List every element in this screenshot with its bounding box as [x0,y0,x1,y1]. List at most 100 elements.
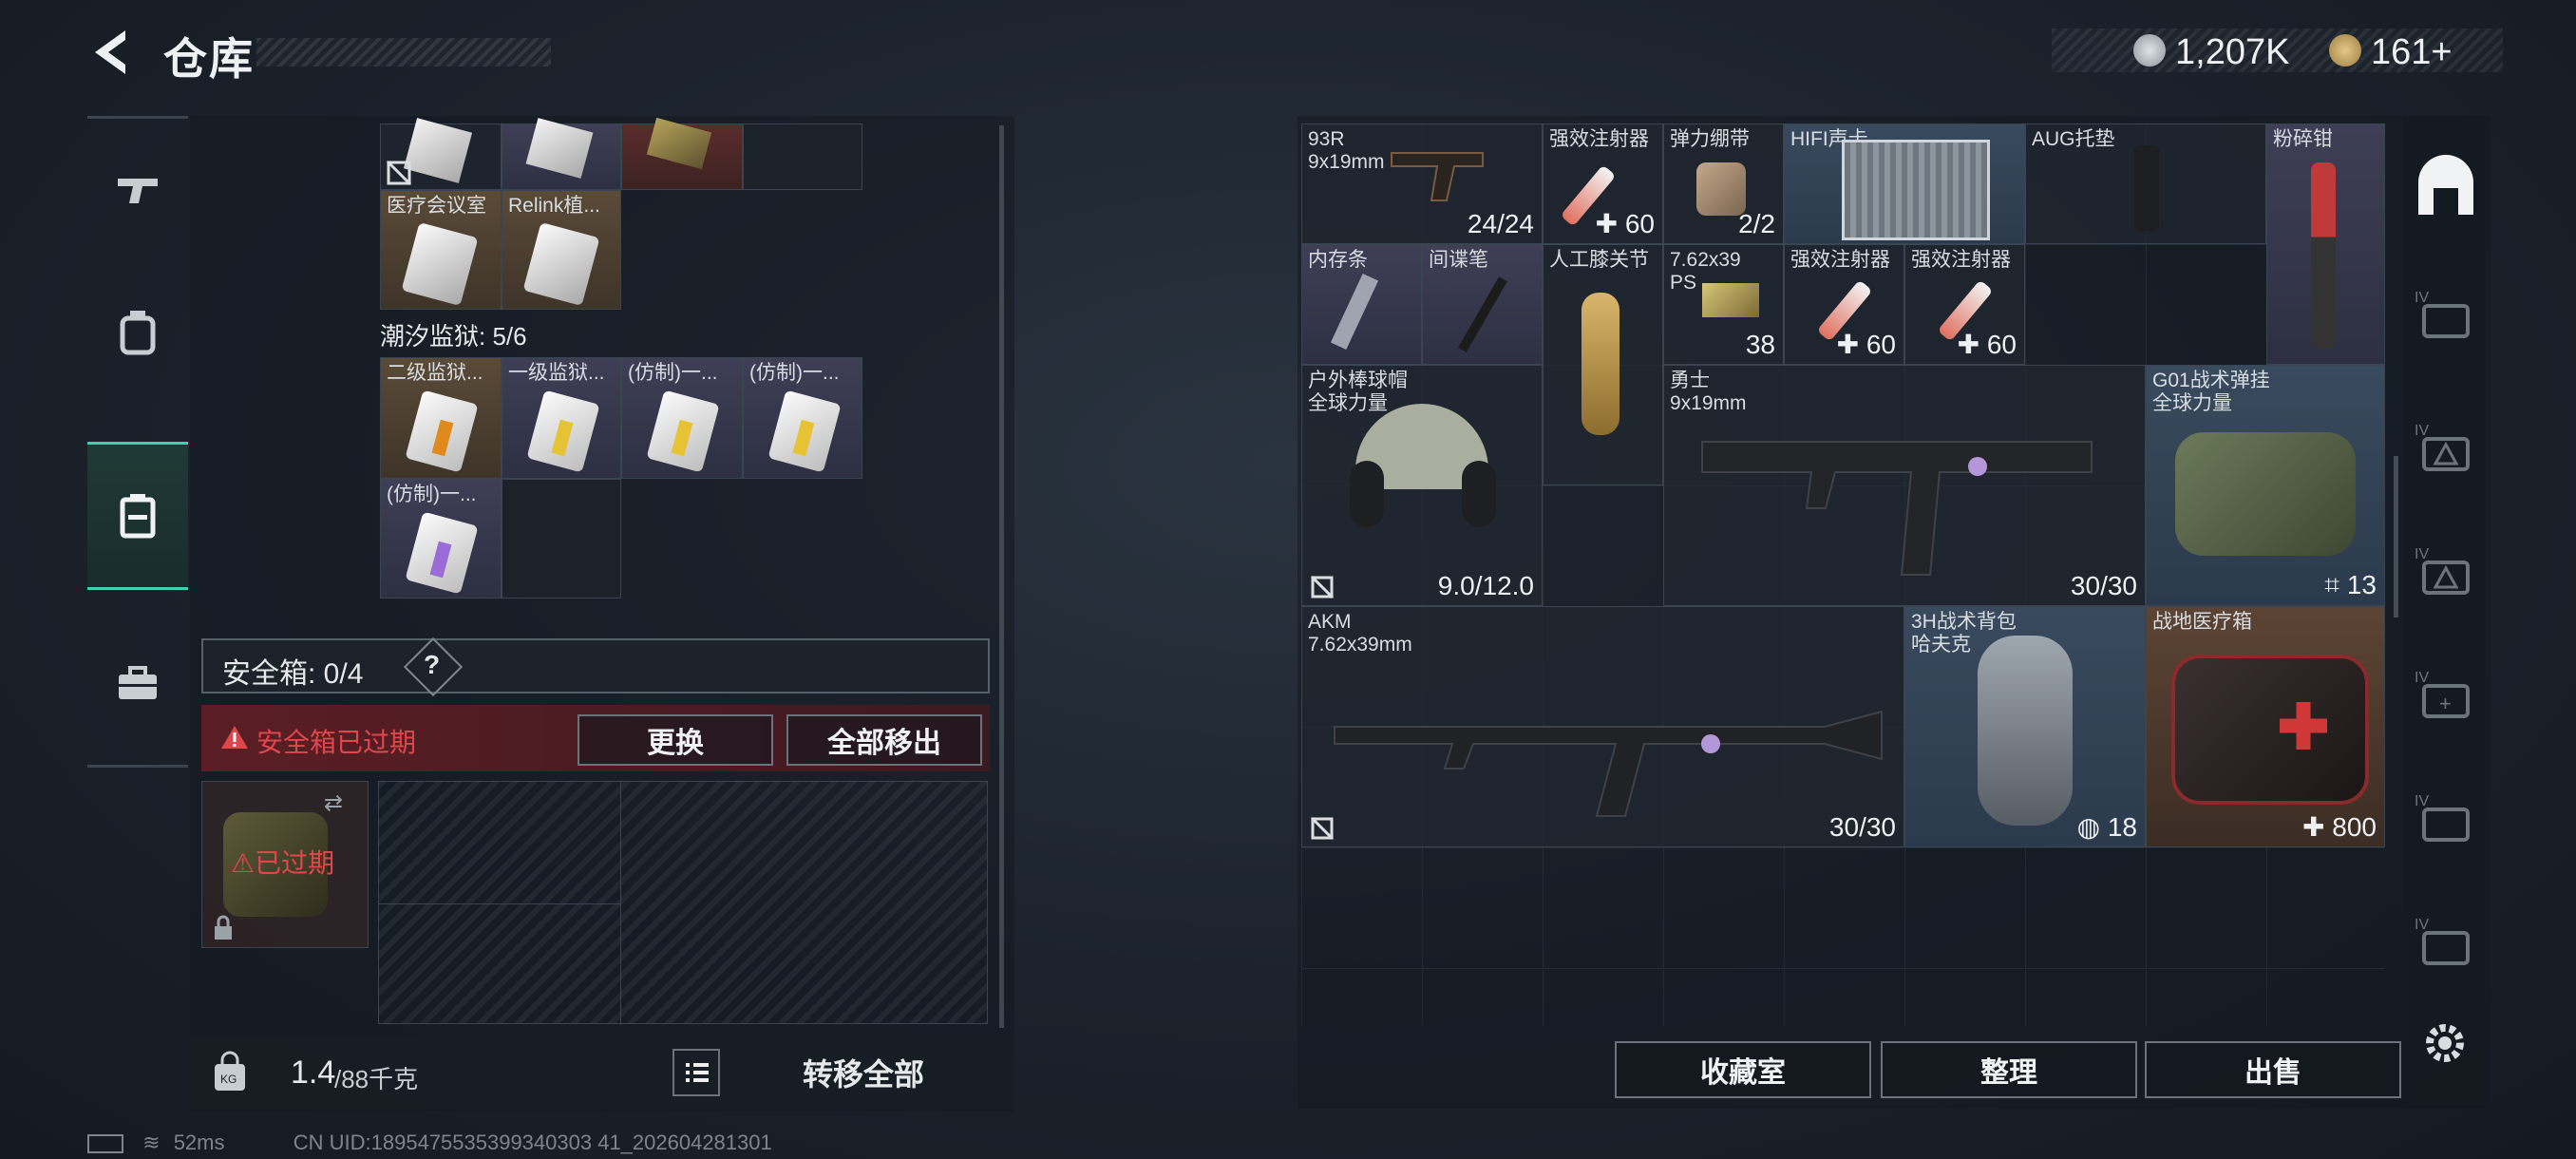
stash-slot[interactable] [621,117,743,190]
toolbox-icon [119,666,157,699]
uid: CN UID:1895475535399340303 41_2026042813… [293,1130,772,1154]
list-view-button[interactable] [672,1049,720,1096]
svg-text:IV: IV [2415,423,2429,439]
folder-icon: IV [2415,290,2470,338]
tools-folder-icon: IV [2415,917,2470,965]
item-name: (仿制)一... [628,362,718,384]
transfer-all-button[interactable]: 转移全部 [735,1049,992,1096]
triangle-folder-icon: IV [2415,546,2470,595]
inventory-scrollbar[interactable] [2394,456,2398,618]
sell-button[interactable]: 出售 [2145,1041,2401,1098]
item-name: 医疗会议室 [387,195,486,217]
nav-equipment[interactable] [87,261,188,404]
prison-label: 潮汐监狱: 5/6 [380,322,527,351]
item-warrior-smg[interactable]: 勇士 9x19mm 30/30 [1663,365,2146,606]
item-value: ✚ 60 [1595,209,1655,238]
item-3h-backpack[interactable]: 3H战术背包 哈夫克 ◍ 18 [1904,606,2146,847]
collection-room-button[interactable]: 收藏室 [1615,1041,1871,1098]
stash-slot[interactable] [743,124,862,190]
stash-slot[interactable] [502,479,621,598]
item-name: 强效注射器 [1790,249,1890,271]
stash-slot[interactable] [502,118,621,190]
safe-expired-text: 安全箱已过期 [256,728,417,757]
prison-key[interactable]: 一级监狱... [502,357,621,479]
stash-scrollbar[interactable] [999,125,1004,1028]
no-insure-icon [1310,575,1335,599]
nav-toolbox[interactable] [87,613,188,755]
prison-key[interactable]: (仿制)一... [380,479,502,598]
item-value: 2/2 [1738,209,1775,238]
stash-tab-4[interactable]: IV [2415,287,2481,344]
item-crusher-pliers[interactable]: 粉碎钳 [2266,124,2385,365]
nav-container[interactable] [87,442,188,590]
safe-box-item[interactable]: ⇄ ⚠已过期 [201,781,369,948]
currency-bar: 1,207K 161+ [2052,28,2503,72]
item-name: G01战术弹挂 全球力量 [2152,370,2270,414]
back-arrow-icon [95,30,125,74]
item-aug-pad[interactable]: AUG托垫 [2025,124,2266,244]
stash-tab-4b[interactable]: IV [2415,420,2481,477]
prison-key[interactable]: (仿制)一... [743,357,862,479]
svg-text:IV: IV [2415,917,2429,933]
safe-box-header: 安全箱: 0/4 ? [201,636,990,697]
safe-box-grid[interactable] [378,781,988,1025]
token-amount: 161+ [2371,32,2453,72]
stash-tab-main[interactable] [2413,154,2479,220]
item-name: Relink植... [508,195,600,217]
title-decoration [256,38,551,66]
rig-icon: ⌗ [2324,570,2340,599]
item-hifi-card[interactable]: HIFI声卡 [1784,124,2025,244]
ping: 52ms [173,1130,225,1154]
help-icon: ? [424,650,441,679]
stash-tab-4c[interactable]: IV [2415,543,2481,600]
replace-button[interactable]: 更换 [578,714,773,766]
item-injector[interactable]: 强效注射器 ✚ 60 [1543,124,1663,244]
warning-icon: ⚠ [231,848,256,878]
stash-tab-4d[interactable]: IV + [2415,667,2481,724]
safe-box-label: 安全箱: 0/4 [222,658,364,690]
gun-folder-icon: IV [2415,793,2470,842]
stash-tab-4e[interactable]: IV [2415,790,2481,847]
item-field-medkit[interactable]: 战地医疗箱 ✚ 800 [2146,606,2385,847]
warning-icon [221,726,248,749]
item-name: 粉碎钳 [2273,128,2333,150]
weight-value: 1.4 [291,1054,336,1091]
nav-weapons[interactable] [87,119,188,261]
item-ammo-762[interactable]: 7.62x39 PS 38 [1663,244,1784,365]
no-insure-icon [1310,816,1335,841]
settings-button[interactable] [2420,1018,2470,1068]
expired-tag: ⚠已过期 [231,843,334,881]
item-akm[interactable]: AKM 7.62x39mm 30/30 [1301,606,1904,847]
item-injector[interactable]: 强效注射器 ✚ 60 [1904,244,2025,365]
item-artificial-knee[interactable]: 人工膝关节 [1543,244,1663,485]
battery-icon [87,1134,123,1154]
item-93r[interactable]: 93R 9x19mm 24/24 [1301,124,1543,244]
prison-key[interactable]: (仿制)一... [621,357,743,479]
item-memory[interactable]: 内存条 [1301,244,1422,365]
item-value: ✚ 800 [2302,812,2377,842]
item-name: 93R 9x19mm [1308,128,1385,173]
move-all-out-button[interactable]: 全部移出 [786,714,982,766]
vault-icon [2418,155,2473,215]
item-value: 24/24 [1467,209,1534,238]
item-relink[interactable]: Relink植... [502,190,621,310]
pistol-icon [1391,152,1484,201]
item-baseball-cap[interactable]: 户外棒球帽 全球力量 9.0/12.0 [1301,365,1543,606]
item-spy-pen[interactable]: 间谍笔 [1422,244,1543,365]
container-icon [120,494,156,539]
swap-icon[interactable]: ⇄ [324,789,343,817]
item-name: (仿制)一... [749,362,840,384]
item-injector[interactable]: 强效注射器 ✚ 60 [1784,244,1904,365]
left-nav [87,116,188,768]
svg-text:KG: KG [220,1073,237,1086]
item-value: 38 [1745,330,1775,359]
stash-tab-4f[interactable]: IV [2415,914,2481,971]
item-name: 强效注射器 [1549,128,1649,150]
no-insure-icon [386,160,412,186]
prison-key[interactable]: 二级监狱... [380,357,502,479]
item-bandage[interactable]: 弹力绷带 2/2 [1663,124,1784,244]
back-button[interactable] [87,27,135,78]
item-chest-rig[interactable]: G01战术弹挂 全球力量 ⌗ 13 [2146,365,2385,606]
item-medical-room[interactable]: 医疗会议室 [380,190,502,310]
sort-button[interactable]: 整理 [1881,1041,2137,1098]
